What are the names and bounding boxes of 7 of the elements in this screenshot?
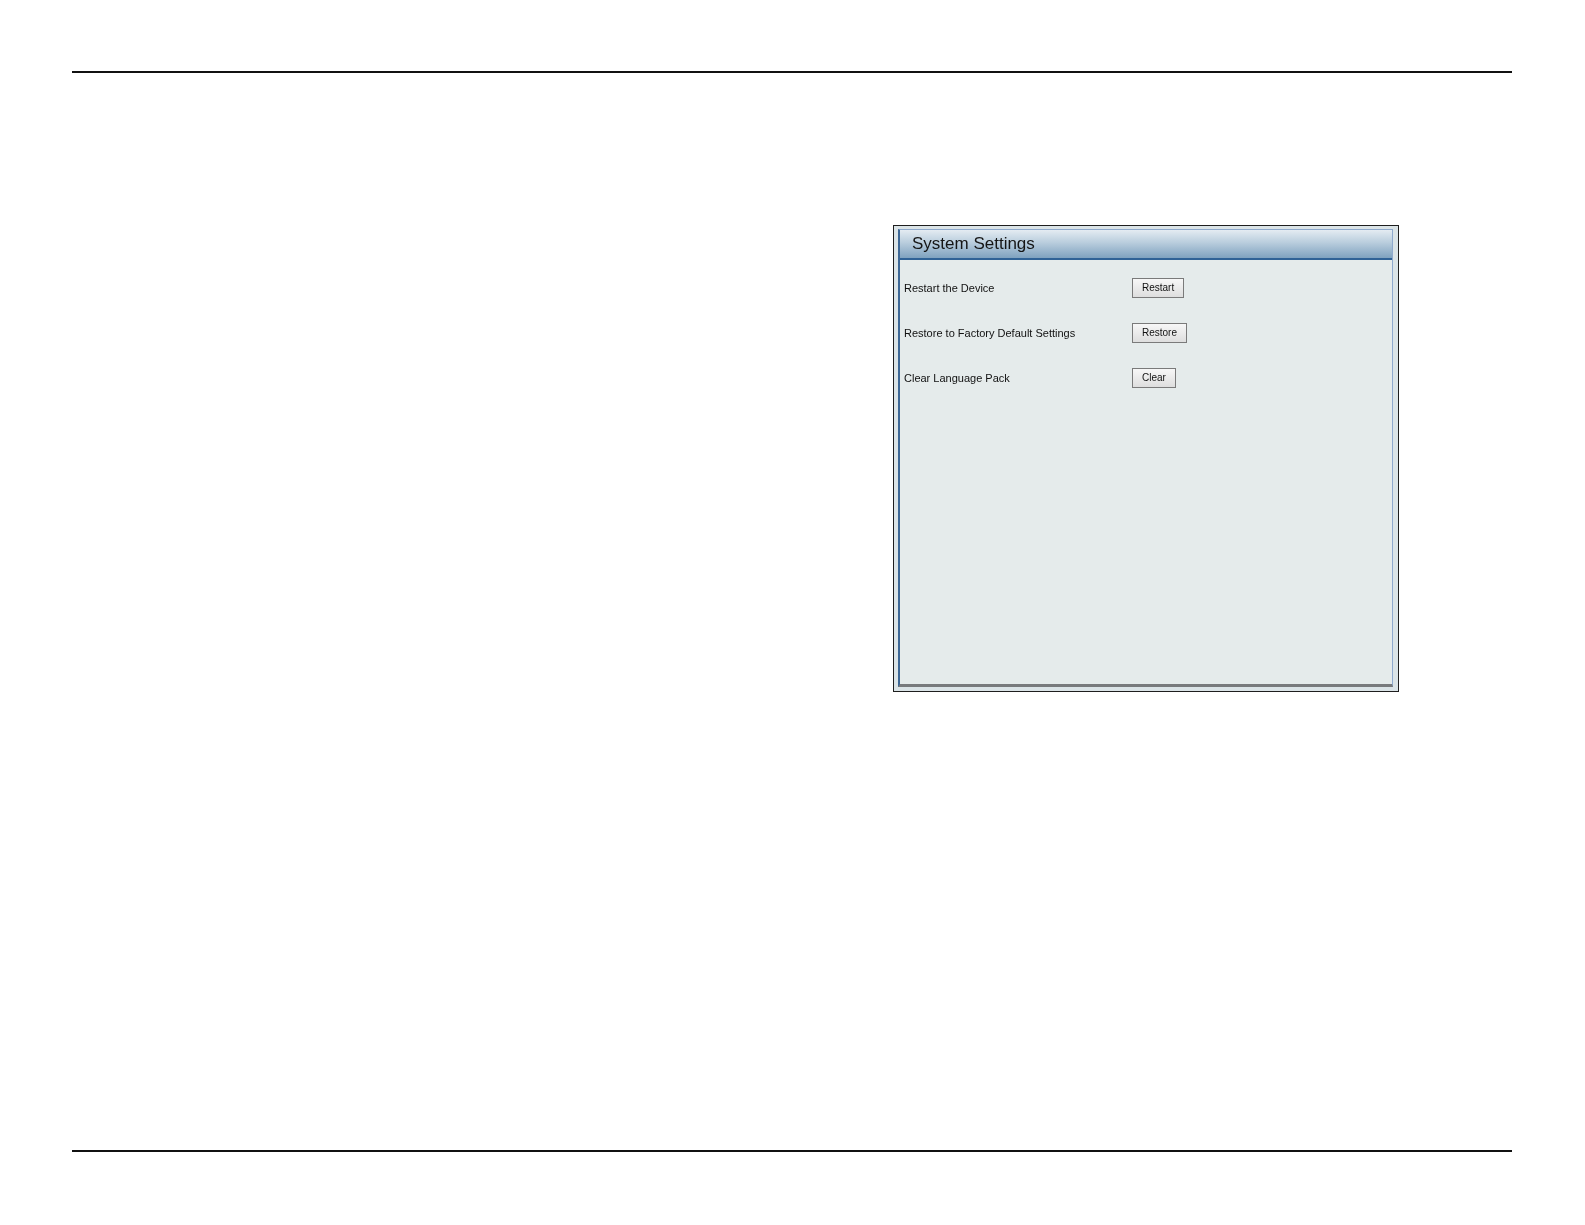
setting-label: Restart the Device [904,281,996,294]
panel-title: System Settings [912,234,1035,254]
action-button[interactable]: Clear [1132,367,1176,388]
setting-label: Restore to Factory Default Settings [904,326,1077,339]
action-button[interactable]: Restore [1132,322,1187,343]
action-button[interactable]: Restart [1132,277,1185,298]
setting-label: Clear Language Pack [904,371,1011,384]
